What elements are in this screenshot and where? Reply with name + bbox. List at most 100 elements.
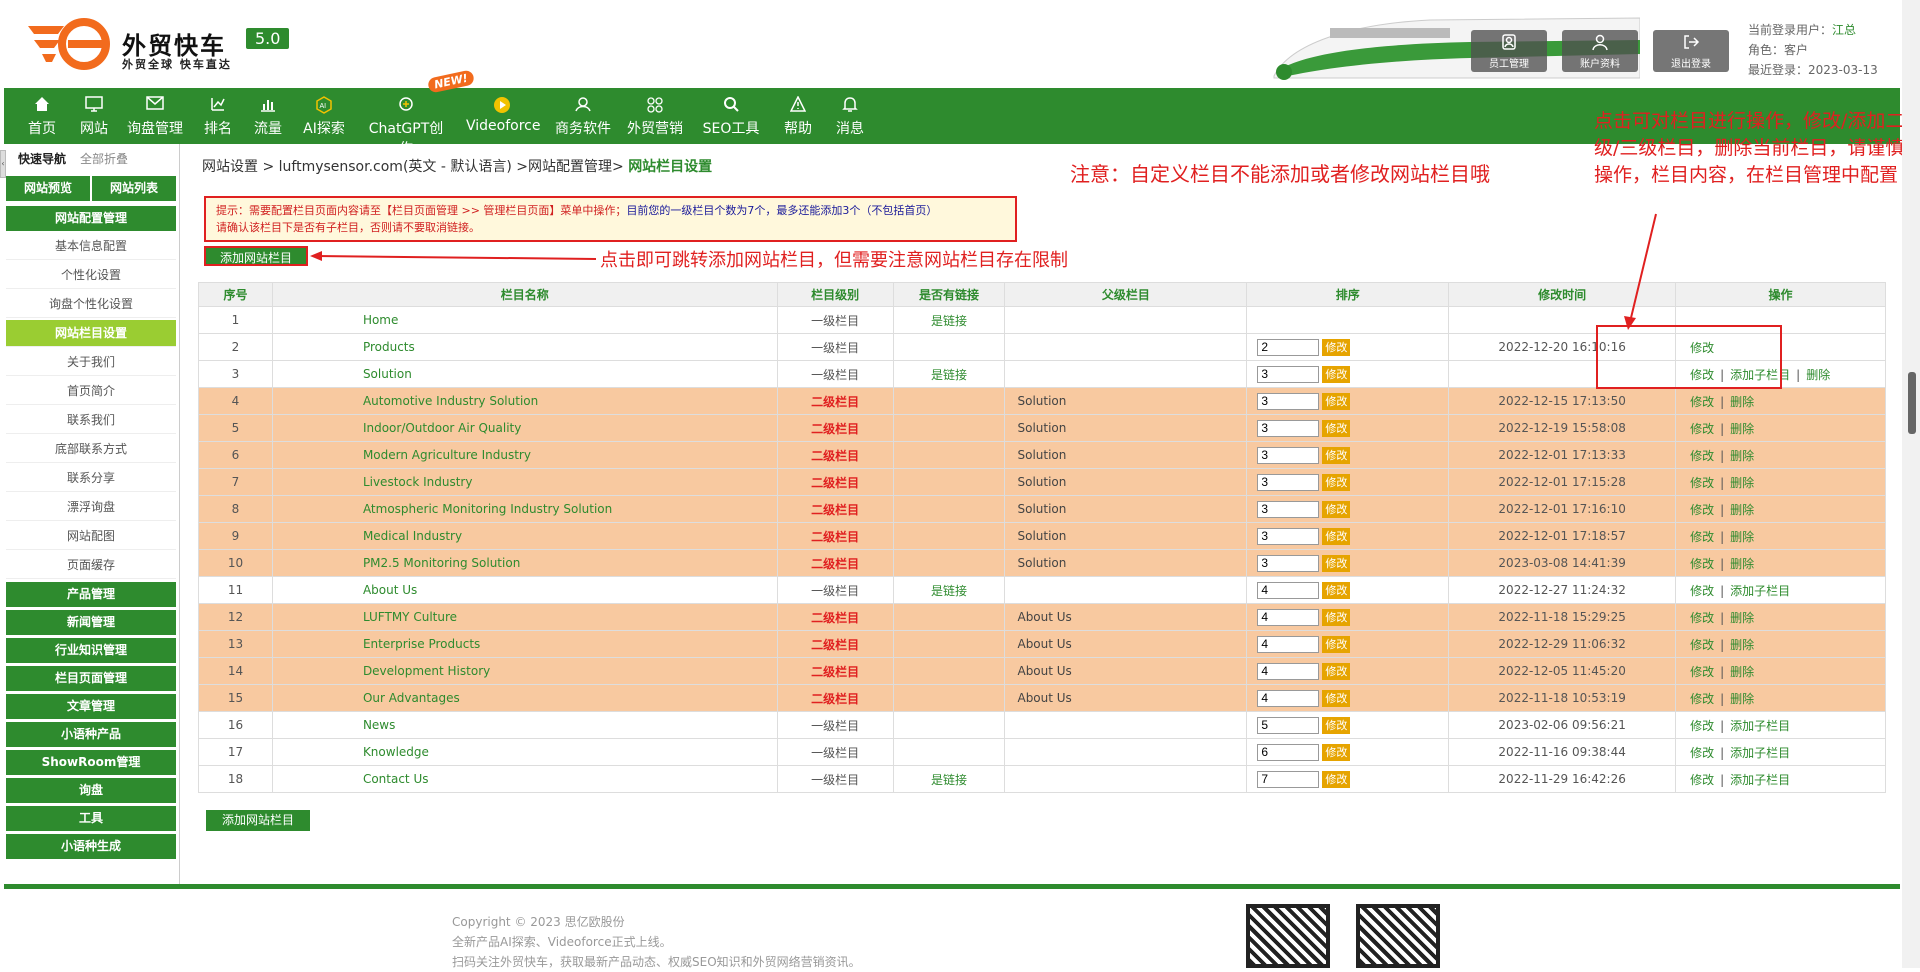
sidebar-group-articles[interactable]: 文章管理 xyxy=(6,694,176,719)
sort-input[interactable] xyxy=(1257,527,1320,545)
sort-input[interactable] xyxy=(1257,581,1320,599)
delete-link[interactable]: 删除 xyxy=(1730,422,1754,436)
sidebar-item-about[interactable]: 关于我们 xyxy=(6,349,176,376)
column-name-link[interactable]: Products xyxy=(271,333,778,361)
sidebar-group-column-pages[interactable]: 栏目页面管理 xyxy=(6,666,176,691)
sort-input[interactable] xyxy=(1257,635,1320,653)
sidebar-item-basic-info[interactable]: 基本信息配置 xyxy=(6,233,176,260)
sort-update-button[interactable]: 修改 xyxy=(1322,716,1351,734)
sort-input[interactable] xyxy=(1257,743,1320,761)
sidebar-group-products[interactable]: 产品管理 xyxy=(6,582,176,607)
sort-update-button[interactable]: 修改 xyxy=(1322,419,1351,437)
edit-link[interactable]: 修改 xyxy=(1690,449,1714,463)
column-name-link[interactable]: Knowledge xyxy=(271,738,778,766)
delete-link[interactable]: 删除 xyxy=(1730,692,1754,706)
edit-link[interactable]: 修改 xyxy=(1690,746,1714,760)
sort-input[interactable] xyxy=(1257,392,1320,410)
edit-link[interactable]: 修改 xyxy=(1690,395,1714,409)
column-name-link[interactable]: Our Advantages xyxy=(271,684,778,712)
sidebar-group-minor-language-generate[interactable]: 小语种生成 xyxy=(6,834,176,859)
column-name-link[interactable]: Medical Industry xyxy=(271,522,778,550)
nav-seo[interactable]: SEO工具 xyxy=(702,88,760,144)
sidebar-group-industry-knowledge[interactable]: 行业知识管理 xyxy=(6,638,176,663)
sort-input[interactable] xyxy=(1257,419,1320,437)
delete-link[interactable]: 删除 xyxy=(1730,557,1754,571)
sidebar-item-contact[interactable]: 联系我们 xyxy=(6,407,176,434)
scrollbar[interactable] xyxy=(1902,0,1920,968)
sort-update-button[interactable]: 修改 xyxy=(1322,473,1351,491)
column-name-link[interactable]: Enterprise Products xyxy=(271,630,778,658)
add-column-button[interactable]: 添加网站栏目 xyxy=(204,246,308,266)
sort-input[interactable] xyxy=(1257,473,1320,491)
delete-link[interactable]: 删除 xyxy=(1806,368,1830,382)
edit-link[interactable]: 修改 xyxy=(1690,476,1714,490)
column-name-link[interactable]: Contact Us xyxy=(271,765,778,793)
sidebar-item-column-settings[interactable]: 网站栏目设置 xyxy=(6,320,176,347)
sidebar-item-inquiry-personalize[interactable]: 询盘个性化设置 xyxy=(6,291,176,318)
sort-input[interactable] xyxy=(1257,446,1320,464)
edit-link[interactable]: 修改 xyxy=(1690,422,1714,436)
column-name-link[interactable]: News xyxy=(271,711,778,739)
logout-button[interactable]: 退出登录 xyxy=(1653,30,1729,72)
column-name-link[interactable]: Atmospheric Monitoring Industry Solution xyxy=(271,495,778,523)
sort-update-button[interactable]: 修改 xyxy=(1322,554,1351,572)
delete-link[interactable]: 删除 xyxy=(1730,395,1754,409)
delete-link[interactable]: 删除 xyxy=(1730,476,1754,490)
edit-link[interactable]: 修改 xyxy=(1690,611,1714,625)
nav-marketing[interactable]: 外贸营销 xyxy=(624,88,686,144)
column-name-link[interactable]: Home xyxy=(271,306,778,334)
sort-input[interactable] xyxy=(1257,770,1320,788)
edit-link[interactable]: 修改 xyxy=(1690,773,1714,787)
collapse-all-link[interactable]: 全部折叠 xyxy=(80,150,128,167)
nav-software[interactable]: 商务软件 xyxy=(552,88,614,144)
sort-update-button[interactable]: 修改 xyxy=(1322,770,1351,788)
sidebar-group-inquiry[interactable]: 询盘 xyxy=(6,778,176,803)
sort-input[interactable] xyxy=(1257,662,1320,680)
edit-link[interactable]: 修改 xyxy=(1690,503,1714,517)
sidebar-group-site-config[interactable]: 网站配置管理 xyxy=(6,206,176,231)
sort-update-button[interactable]: 修改 xyxy=(1322,365,1351,383)
sidebar-group-showroom[interactable]: ShowRoom管理 xyxy=(6,750,176,775)
sort-input[interactable] xyxy=(1257,500,1320,518)
sidebar-item-page-cache[interactable]: 页面缓存 xyxy=(6,552,176,579)
nav-inquiry[interactable]: 询盘管理 xyxy=(124,88,186,144)
delete-link[interactable]: 删除 xyxy=(1730,503,1754,517)
sort-update-button[interactable]: 修改 xyxy=(1322,581,1351,599)
sort-update-button[interactable]: 修改 xyxy=(1322,392,1351,410)
sort-input[interactable] xyxy=(1257,554,1320,572)
sidebar-group-minor-language-products[interactable]: 小语种产品 xyxy=(6,722,176,747)
edit-link[interactable]: 修改 xyxy=(1690,530,1714,544)
sidebar-item-preview[interactable]: 网站预览 xyxy=(6,176,90,201)
column-name-link[interactable]: Automotive Industry Solution xyxy=(271,387,778,415)
add-child-link[interactable]: 添加子栏目 xyxy=(1730,746,1790,760)
edit-link[interactable]: 修改 xyxy=(1690,584,1714,598)
delete-link[interactable]: 删除 xyxy=(1730,530,1754,544)
sort-input[interactable] xyxy=(1257,716,1320,734)
scrollbar-thumb[interactable] xyxy=(1908,372,1916,434)
column-name-link[interactable]: LUFTMY Culture xyxy=(271,603,778,631)
add-column-button-bottom[interactable]: 添加网站栏目 xyxy=(206,810,310,831)
column-name-link[interactable]: Modern Agriculture Industry xyxy=(271,441,778,469)
sort-update-button[interactable]: 修改 xyxy=(1322,527,1351,545)
nav-home[interactable]: 首页 xyxy=(22,88,62,144)
add-child-link[interactable]: 添加子栏目 xyxy=(1730,584,1790,598)
staff-management-button[interactable]: 员工管理 xyxy=(1471,30,1547,72)
delete-link[interactable]: 删除 xyxy=(1730,611,1754,625)
edit-link[interactable]: 修改 xyxy=(1690,557,1714,571)
column-name-link[interactable]: Livestock Industry xyxy=(271,468,778,496)
nav-help[interactable]: 帮助 xyxy=(778,88,818,144)
nav-ranking[interactable]: 排名 xyxy=(198,88,238,144)
account-info-button[interactable]: 账户资料 xyxy=(1562,30,1638,72)
column-name-link[interactable]: Indoor/Outdoor Air Quality xyxy=(271,414,778,442)
sort-update-button[interactable]: 修改 xyxy=(1322,338,1351,356)
edit-link[interactable]: 修改 xyxy=(1690,638,1714,652)
sidebar-item-home-intro[interactable]: 首页简介 xyxy=(6,378,176,405)
nav-messages[interactable]: 消息 xyxy=(830,88,870,144)
sort-input[interactable] xyxy=(1257,365,1320,383)
edit-link[interactable]: 修改 xyxy=(1690,692,1714,706)
column-name-link[interactable]: About Us xyxy=(271,576,778,604)
sort-update-button[interactable]: 修改 xyxy=(1322,743,1351,761)
sidebar-item-site-images[interactable]: 网站配图 xyxy=(6,523,176,550)
sort-update-button[interactable]: 修改 xyxy=(1322,689,1351,707)
edit-link[interactable]: 修改 xyxy=(1690,719,1714,733)
